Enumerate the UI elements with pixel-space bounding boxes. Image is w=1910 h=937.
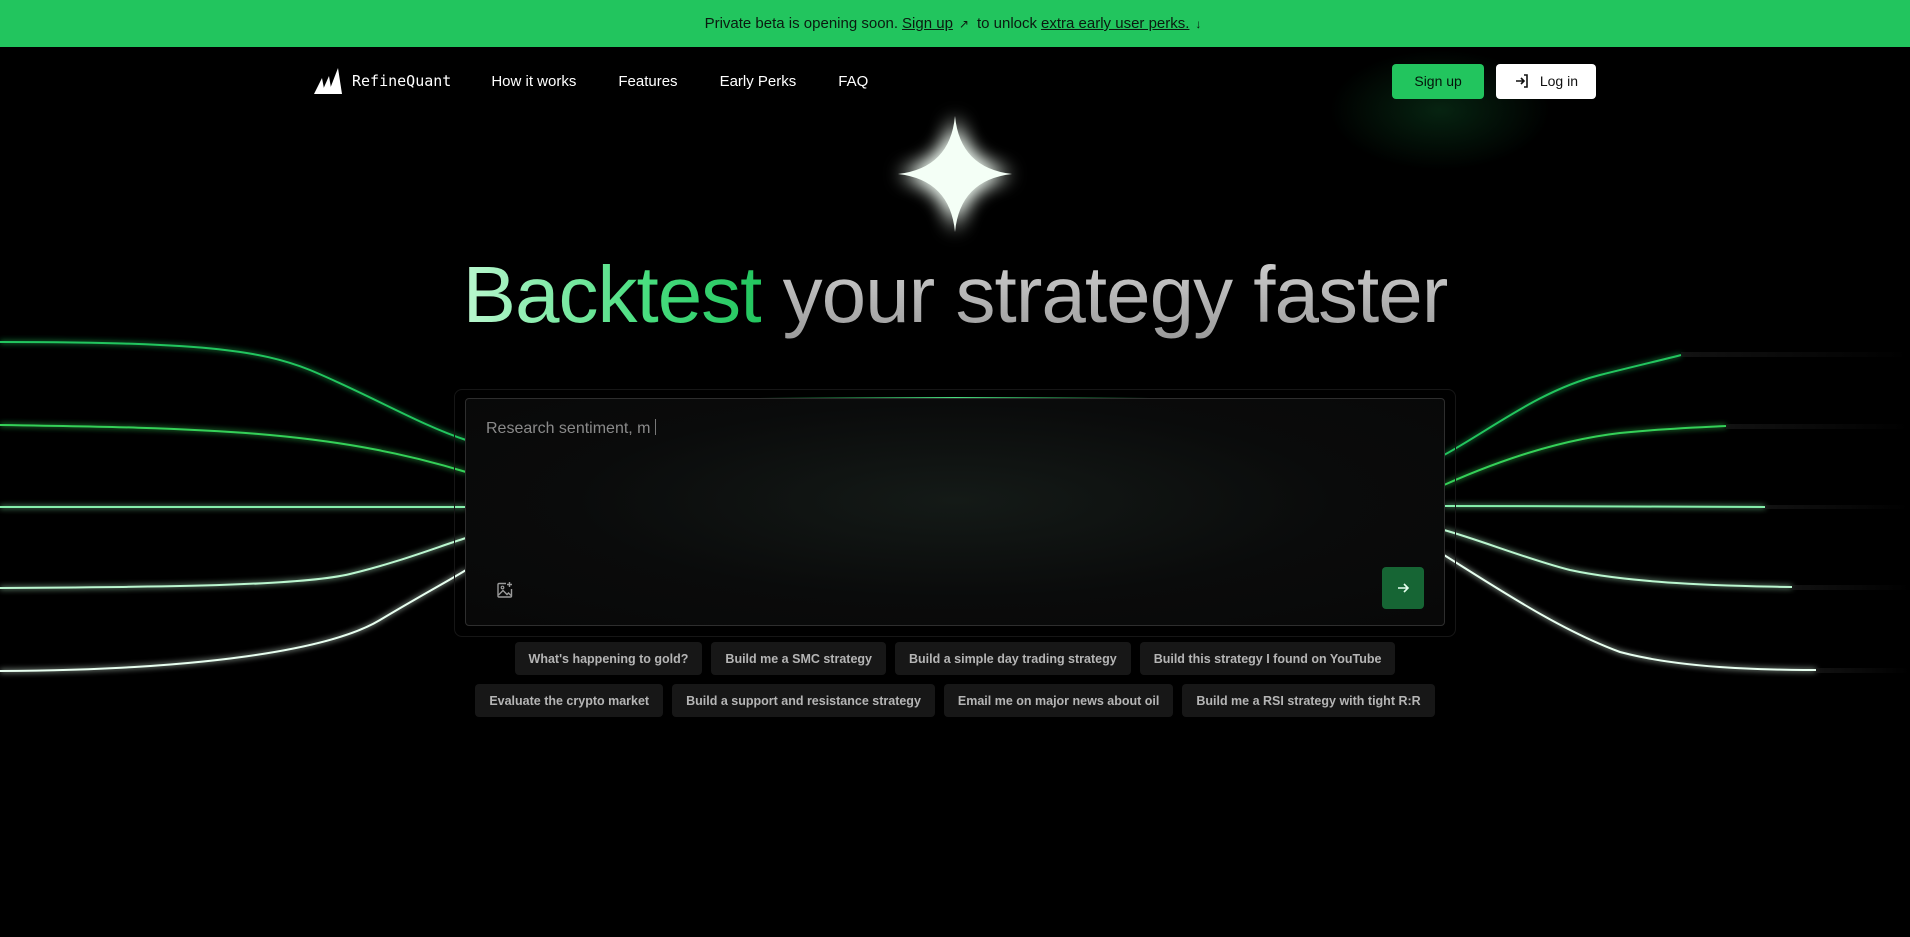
nav-actions: Sign up Log in [1392,63,1596,99]
suggestion-chip[interactable]: Build a support and resistance strategy [672,684,935,717]
hero-headline: Backtest your strategy faster [0,250,1910,340]
nav-how-it-works[interactable]: How it works [491,73,576,90]
nav-features[interactable]: Features [618,73,677,90]
suggestion-chip[interactable]: Build me a SMC strategy [711,642,886,675]
prompt-input-box[interactable]: Research sentiment, m [465,398,1445,626]
headline-rest: your strategy faster [782,250,1449,339]
nav-faq[interactable]: FAQ [838,73,868,90]
nav-early-perks[interactable]: Early Perks [720,73,797,90]
headline-accent: Backtest [462,250,763,339]
text-caret [654,419,656,435]
brand-logo-link[interactable]: RefineQuant [314,68,451,94]
nav-links: How it works Features Early Perks FAQ [491,73,868,90]
prompt-input[interactable]: Research sentiment, m [486,419,656,438]
suggestion-chip[interactable]: Build a simple day trading strategy [895,642,1131,675]
suggestion-row-2: Evaluate the crypto market Build a suppo… [0,684,1910,717]
right-line-fades [1681,352,1910,673]
suggestion-row-1: What's happening to gold? Build me a SMC… [0,642,1910,675]
left-lines [0,341,467,672]
prompt-typed-text: Research sentiment, m [486,420,651,437]
login-button[interactable]: Log in [1495,63,1596,99]
right-lines [1443,354,1817,671]
signup-button[interactable]: Sign up [1392,63,1484,99]
suggestion-chip[interactable]: Build me a RSI strategy with tight R:R [1182,684,1435,717]
brand-name: RefineQuant [352,72,452,90]
logo-icon [314,68,342,94]
suggestion-chip[interactable]: What's happening to gold? [514,642,703,675]
attach-image-button[interactable] [496,581,514,599]
landing-page: Private beta is opening soon. Sign up ↗ … [0,0,1910,937]
suggestion-chip[interactable]: Build this strategy I found on YouTube [1139,642,1396,675]
suggestion-chip[interactable]: Email me on major news about oil [943,684,1174,717]
login-icon [1515,74,1528,88]
arrow-right-icon [1398,583,1410,593]
sparkle-icon [898,116,1012,232]
suggestion-chip[interactable]: Evaluate the crypto market [475,684,664,717]
send-button[interactable] [1382,567,1424,609]
top-navigation: RefineQuant How it works Features Early … [314,63,1596,99]
image-plus-icon [497,582,513,598]
login-label: Log in [1539,73,1578,89]
